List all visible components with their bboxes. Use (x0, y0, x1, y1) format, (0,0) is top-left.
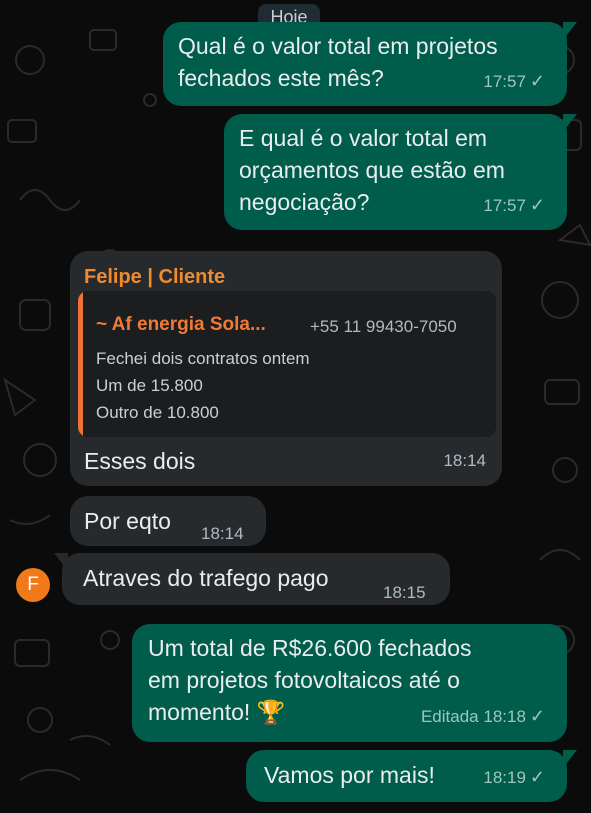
message-time: 18:14 (201, 524, 244, 543)
message-text: Vamos por mais! (264, 762, 435, 788)
message-text: Esses dois (84, 448, 196, 474)
bubble-tail (563, 114, 577, 132)
message-meta: 18:19 ✓ (483, 761, 545, 794)
outgoing-message[interactable]: Vamos por mais! 18:19 ✓ (246, 750, 567, 802)
bubble-tail (54, 553, 68, 571)
outgoing-message[interactable]: E qual é o valor total em orçamentos que… (224, 114, 567, 230)
message-meta: 17:57 ✓ (483, 65, 545, 98)
message-time: 18:18 (483, 707, 526, 726)
sent-check-icon: ✓ (529, 195, 545, 215)
message-meta: 17:57 ✓ (483, 189, 545, 222)
sent-check-icon: ✓ (529, 767, 545, 787)
quote-accent-bar (78, 291, 83, 437)
incoming-message[interactable]: Felipe | Cliente ~ Af energia Sola... +5… (70, 251, 502, 486)
quoted-sender-phone: +55 11 99430-7050 (310, 317, 457, 336)
sender-avatar[interactable]: F (16, 568, 50, 602)
edited-label: Editada (420, 707, 479, 726)
message-text: Qual é o valor total em projetos fechado… (178, 33, 498, 91)
sent-check-icon: ✓ (529, 706, 545, 726)
quoted-message[interactable]: ~ Af energia Sola... +55 11 99430-7050 F… (78, 291, 496, 437)
message-time: 18:15 (383, 583, 426, 602)
bubble-tail (563, 22, 577, 40)
message-text: Por eqto (84, 508, 171, 534)
quoted-text-line: Outro de 10.800 (96, 403, 219, 422)
message-text: Atraves do trafego pago (83, 565, 329, 591)
incoming-message[interactable]: Atraves do trafego pago 18:15 (62, 553, 450, 605)
message-time: 18:14 (443, 451, 486, 470)
sender-name[interactable]: Felipe | Cliente (84, 261, 225, 293)
message-meta: Editada 18:18 ✓ (421, 700, 545, 733)
sent-check-icon: ✓ (529, 71, 545, 91)
incoming-message[interactable]: Por eqto 18:14 (70, 496, 266, 546)
quoted-sender-name: ~ Af energia Sola... (96, 314, 266, 335)
message-time: 18:19 (483, 768, 526, 787)
message-time: 17:57 (483, 196, 526, 215)
bubble-tail (563, 750, 577, 768)
outgoing-message[interactable]: Um total de R$26.600 fechados em projeto… (132, 624, 567, 742)
outgoing-message[interactable]: Qual é o valor total em projetos fechado… (163, 22, 567, 106)
message-time: 17:57 (483, 72, 526, 91)
message-text: E qual é o valor total em orçamentos que… (239, 125, 505, 215)
